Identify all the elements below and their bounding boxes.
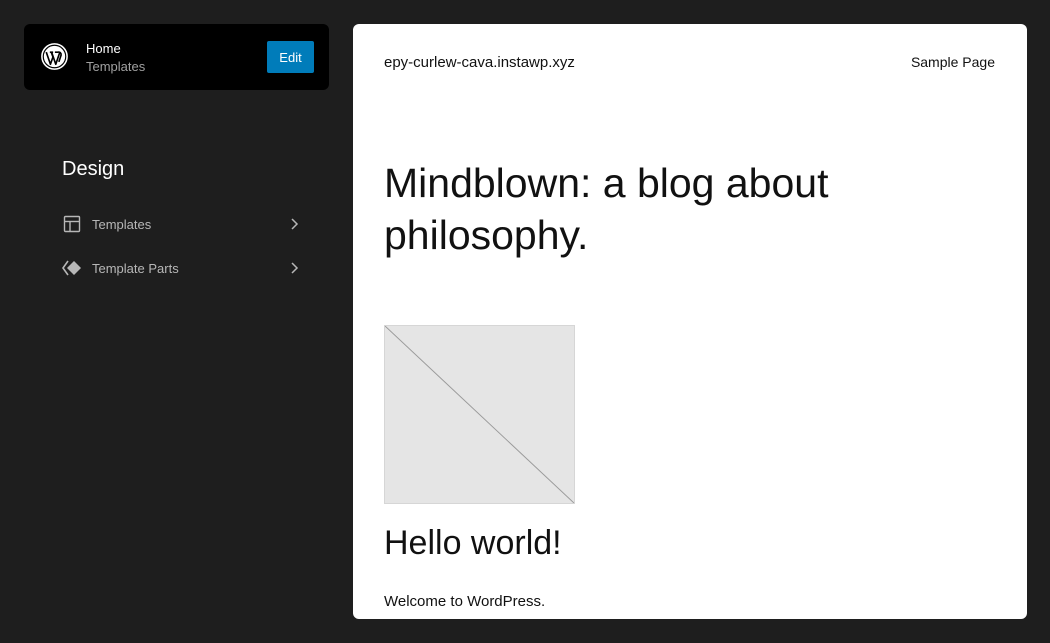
site-hub: Home Templates Edit [24,24,329,90]
placeholder-diagonal-icon [385,326,574,503]
nav-link-sample-page[interactable]: Sample Page [911,54,995,70]
wordpress-logo-icon[interactable] [39,41,70,72]
page-subtitle: Templates [86,59,146,74]
site-editor: Home Templates Edit Design Templates Tem… [0,0,1050,643]
post-title[interactable]: Hello world! [384,524,562,563]
edit-button[interactable]: Edit [267,41,314,73]
chevron-right-icon [286,260,302,276]
site-preview[interactable]: epy-curlew-cava.instawp.xyz Sample Page … [353,24,1027,619]
site-hub-text: Home Templates [86,40,145,76]
sidebar-item-template-parts[interactable]: Template Parts [62,254,302,282]
layout-icon [62,214,82,234]
sidebar-title: Design [62,158,125,180]
sidebar-item-label: Templates [92,216,152,232]
sidebar-item-templates[interactable]: Templates [62,210,302,238]
site-title[interactable]: epy-curlew-cava.instawp.xyz [384,54,575,71]
page-title: Home [86,41,121,56]
featured-image-placeholder [384,325,575,504]
sidebar-item-label: Template Parts [92,260,179,276]
chevron-right-icon [286,216,302,232]
symbol-icon [62,258,82,278]
site-tagline: Mindblown: a blog about philosophy. [384,160,829,258]
post-excerpt: Welcome to WordPress. [384,593,546,610]
